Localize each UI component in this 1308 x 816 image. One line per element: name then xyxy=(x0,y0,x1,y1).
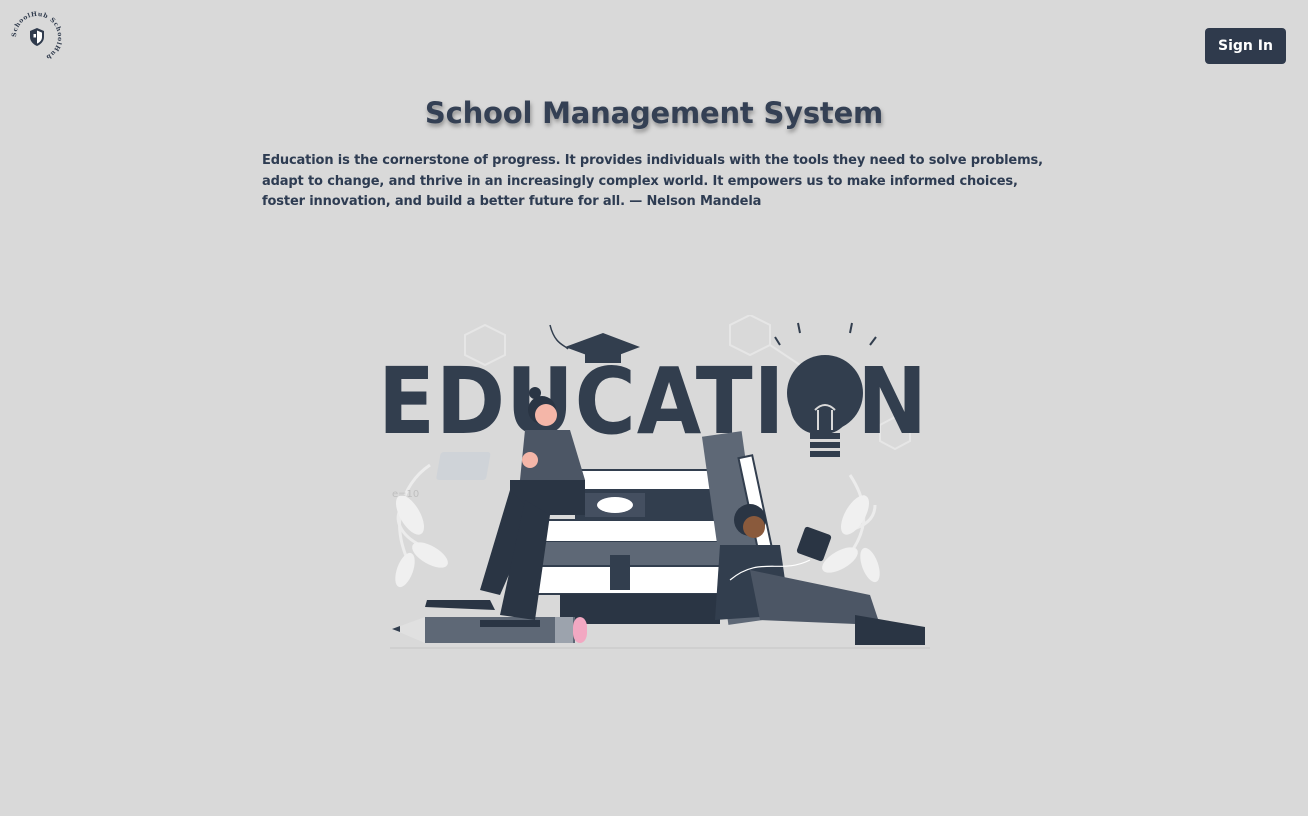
education-illustration: e=10 EDUCATION xyxy=(370,313,940,655)
app-logo[interactable]: SchoolHub SchoolHub xyxy=(9,9,65,65)
sign-in-button[interactable]: Sign In xyxy=(1205,28,1286,64)
quote-text: Education is the cornerstone of progress… xyxy=(262,153,1043,209)
boy-reading xyxy=(715,504,925,645)
formula-doodle: e=10 xyxy=(392,489,419,500)
page-title: School Management System xyxy=(424,96,884,130)
logo-badge: SchoolHub SchoolHub xyxy=(10,10,64,64)
